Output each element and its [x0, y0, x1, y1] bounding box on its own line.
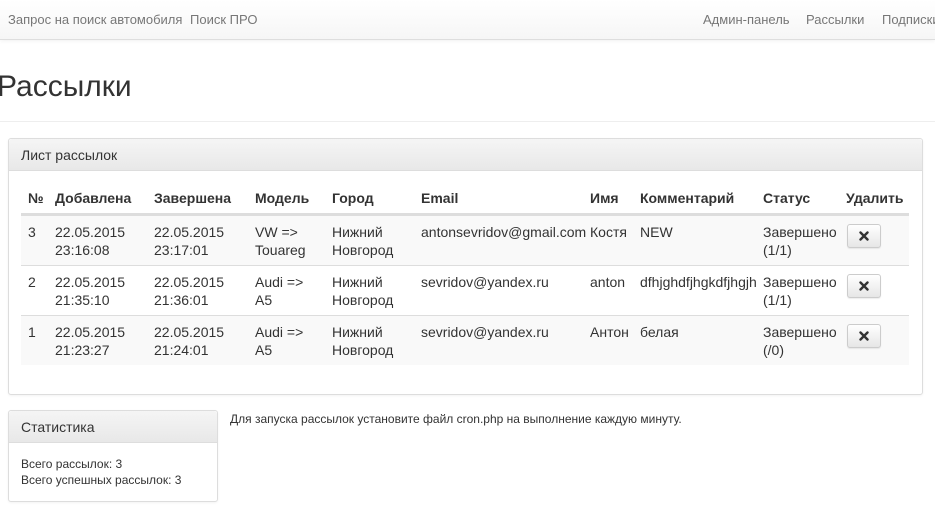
cell-email: antonsevridov@gmail.com: [421, 224, 587, 240]
cell-comment: белая: [640, 324, 679, 340]
cell-status: Завершено (1/1): [763, 224, 837, 258]
close-icon: [859, 331, 869, 341]
nav-link-admin-panel[interactable]: Админ-панель: [703, 12, 790, 27]
cell-model: Audi => A5: [255, 324, 304, 358]
column-header-name: Имя: [590, 190, 619, 206]
nav-link-car-search-request[interactable]: Запрос на поиск автомобиля: [8, 12, 182, 27]
cell-status: Завершено (1/1): [763, 274, 837, 308]
cell-number: 2: [28, 274, 36, 290]
column-header-delete: Удалить: [846, 190, 904, 206]
page-title: Рассылки: [0, 70, 132, 103]
column-header-number: №: [28, 190, 44, 206]
table-row: 3 22.05.2015 23:16:08 22.05.2015 23:17:0…: [21, 215, 909, 265]
statistics-panel: Статистика Всего рассылок: 3 Всего успеш…: [8, 410, 218, 502]
table-row: 2 22.05.2015 21:35:10 22.05.2015 21:36:0…: [21, 265, 909, 315]
mailing-list-panel-title: Лист рассылок: [21, 147, 118, 163]
cell-completed: 22.05.2015 21:36:01: [154, 274, 225, 308]
cell-name: Антон: [590, 324, 629, 340]
cell-added: 22.05.2015 21:23:27: [55, 324, 126, 358]
cell-city: Нижний Новгород: [332, 324, 394, 358]
cell-comment: NEW: [640, 224, 673, 240]
statistics-panel-title: Статистика: [21, 419, 95, 435]
statistics-panel-heading: Статистика: [9, 411, 217, 443]
cell-added: 22.05.2015 23:16:08: [55, 224, 126, 258]
column-header-model: Модель: [255, 190, 310, 206]
close-icon: [859, 281, 869, 291]
column-header-comment: Комментарий: [640, 190, 735, 206]
cell-completed: 22.05.2015 21:24:01: [154, 324, 225, 358]
column-header-city: Город: [332, 190, 374, 206]
delete-button[interactable]: [847, 274, 881, 298]
cell-city: Нижний Новгород: [332, 224, 394, 258]
mailing-list-panel: Лист рассылок № Добавлена Завершена Моде…: [8, 138, 923, 395]
cell-added: 22.05.2015 21:35:10: [55, 274, 126, 308]
mailing-list-panel-heading: Лист рассылок: [9, 139, 922, 171]
cell-model: VW => Touareg: [255, 224, 306, 258]
delete-button[interactable]: [847, 324, 881, 348]
cell-email: sevridov@yandex.ru: [421, 324, 549, 340]
total-mailings-stat: Всего рассылок: 3: [21, 457, 123, 471]
delete-button[interactable]: [847, 224, 881, 248]
cell-number: 1: [28, 324, 36, 340]
column-header-completed: Завершена: [154, 190, 232, 206]
cell-email: sevridov@yandex.ru: [421, 274, 549, 290]
top-navbar: Запрос на поиск автомобиля Поиск ПРО Адм…: [0, 0, 935, 40]
cell-completed: 22.05.2015 23:17:01: [154, 224, 225, 258]
cron-instruction-note: Для запуска рассылок установите файл cro…: [230, 412, 682, 426]
cell-name: Костя: [590, 224, 627, 240]
nav-link-subscriptions[interactable]: Подписки: [882, 12, 935, 27]
table-row: 1 22.05.2015 21:23:27 22.05.2015 21:24:0…: [21, 315, 909, 365]
nav-link-mailings[interactable]: Рассылки: [806, 12, 864, 27]
successful-mailings-stat: Всего успешных рассылок: 3: [21, 473, 182, 487]
cell-city: Нижний Новгород: [332, 274, 394, 308]
column-header-status: Статус: [763, 190, 811, 206]
cell-comment: dfhjghdfjhgkdfjhgjh: [640, 274, 757, 290]
nav-link-search-pro[interactable]: Поиск ПРО: [190, 12, 257, 27]
cell-model: Audi => A5: [255, 274, 304, 308]
title-divider: [0, 121, 935, 122]
cell-name: anton: [590, 274, 626, 290]
close-icon: [859, 231, 869, 241]
column-header-email: Email: [421, 190, 459, 206]
cell-status: Завершено (/0): [763, 324, 837, 358]
cell-number: 3: [28, 224, 36, 240]
column-header-added: Добавлена: [55, 190, 132, 206]
